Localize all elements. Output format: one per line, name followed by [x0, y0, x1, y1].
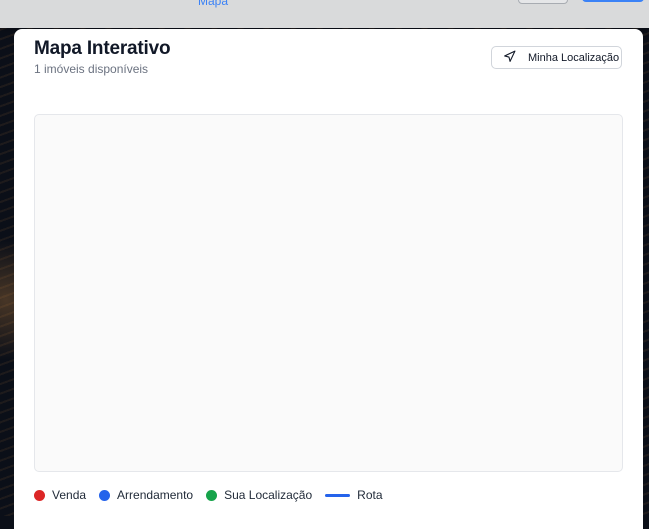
green-dot-icon [206, 489, 218, 501]
navigation-arrow-icon [503, 50, 516, 66]
blue-dot-icon [99, 489, 111, 501]
red-dot-icon [34, 489, 45, 501]
map-canvas[interactable] [34, 114, 623, 472]
map-legend: Venda Arrendamento Sua Localização Rota [34, 487, 396, 503]
topbar-secondary-button[interactable] [518, 0, 568, 4]
legend-label: Venda [52, 488, 87, 502]
my-location-button[interactable]: Minha Localização [491, 46, 622, 69]
legend-item-sua-localizacao: Sua Localização [206, 488, 312, 502]
legend-label: Rota [357, 488, 383, 502]
legend-label: Arrendamento [117, 488, 194, 502]
map-modal: Mapa Interativo 1 imóveis disponíveis Mi… [14, 29, 643, 529]
topbar-primary-button[interactable] [582, 0, 644, 2]
legend-item-rota: Rota [325, 488, 383, 502]
page-title: Mapa Interativo [34, 38, 171, 59]
my-location-label: Minha Localização [528, 51, 620, 64]
legend-item-arrendamento: Arrendamento [99, 488, 193, 502]
nav-item-mapa[interactable]: Mapa [198, 0, 228, 8]
legend-item-venda: Venda [34, 488, 86, 502]
available-count: 1 imóveis disponíveis [34, 62, 149, 76]
legend-label: Sua Localização [224, 488, 313, 502]
blue-line-icon [325, 493, 351, 497]
top-navigation-bar: Mapa [0, 0, 649, 28]
